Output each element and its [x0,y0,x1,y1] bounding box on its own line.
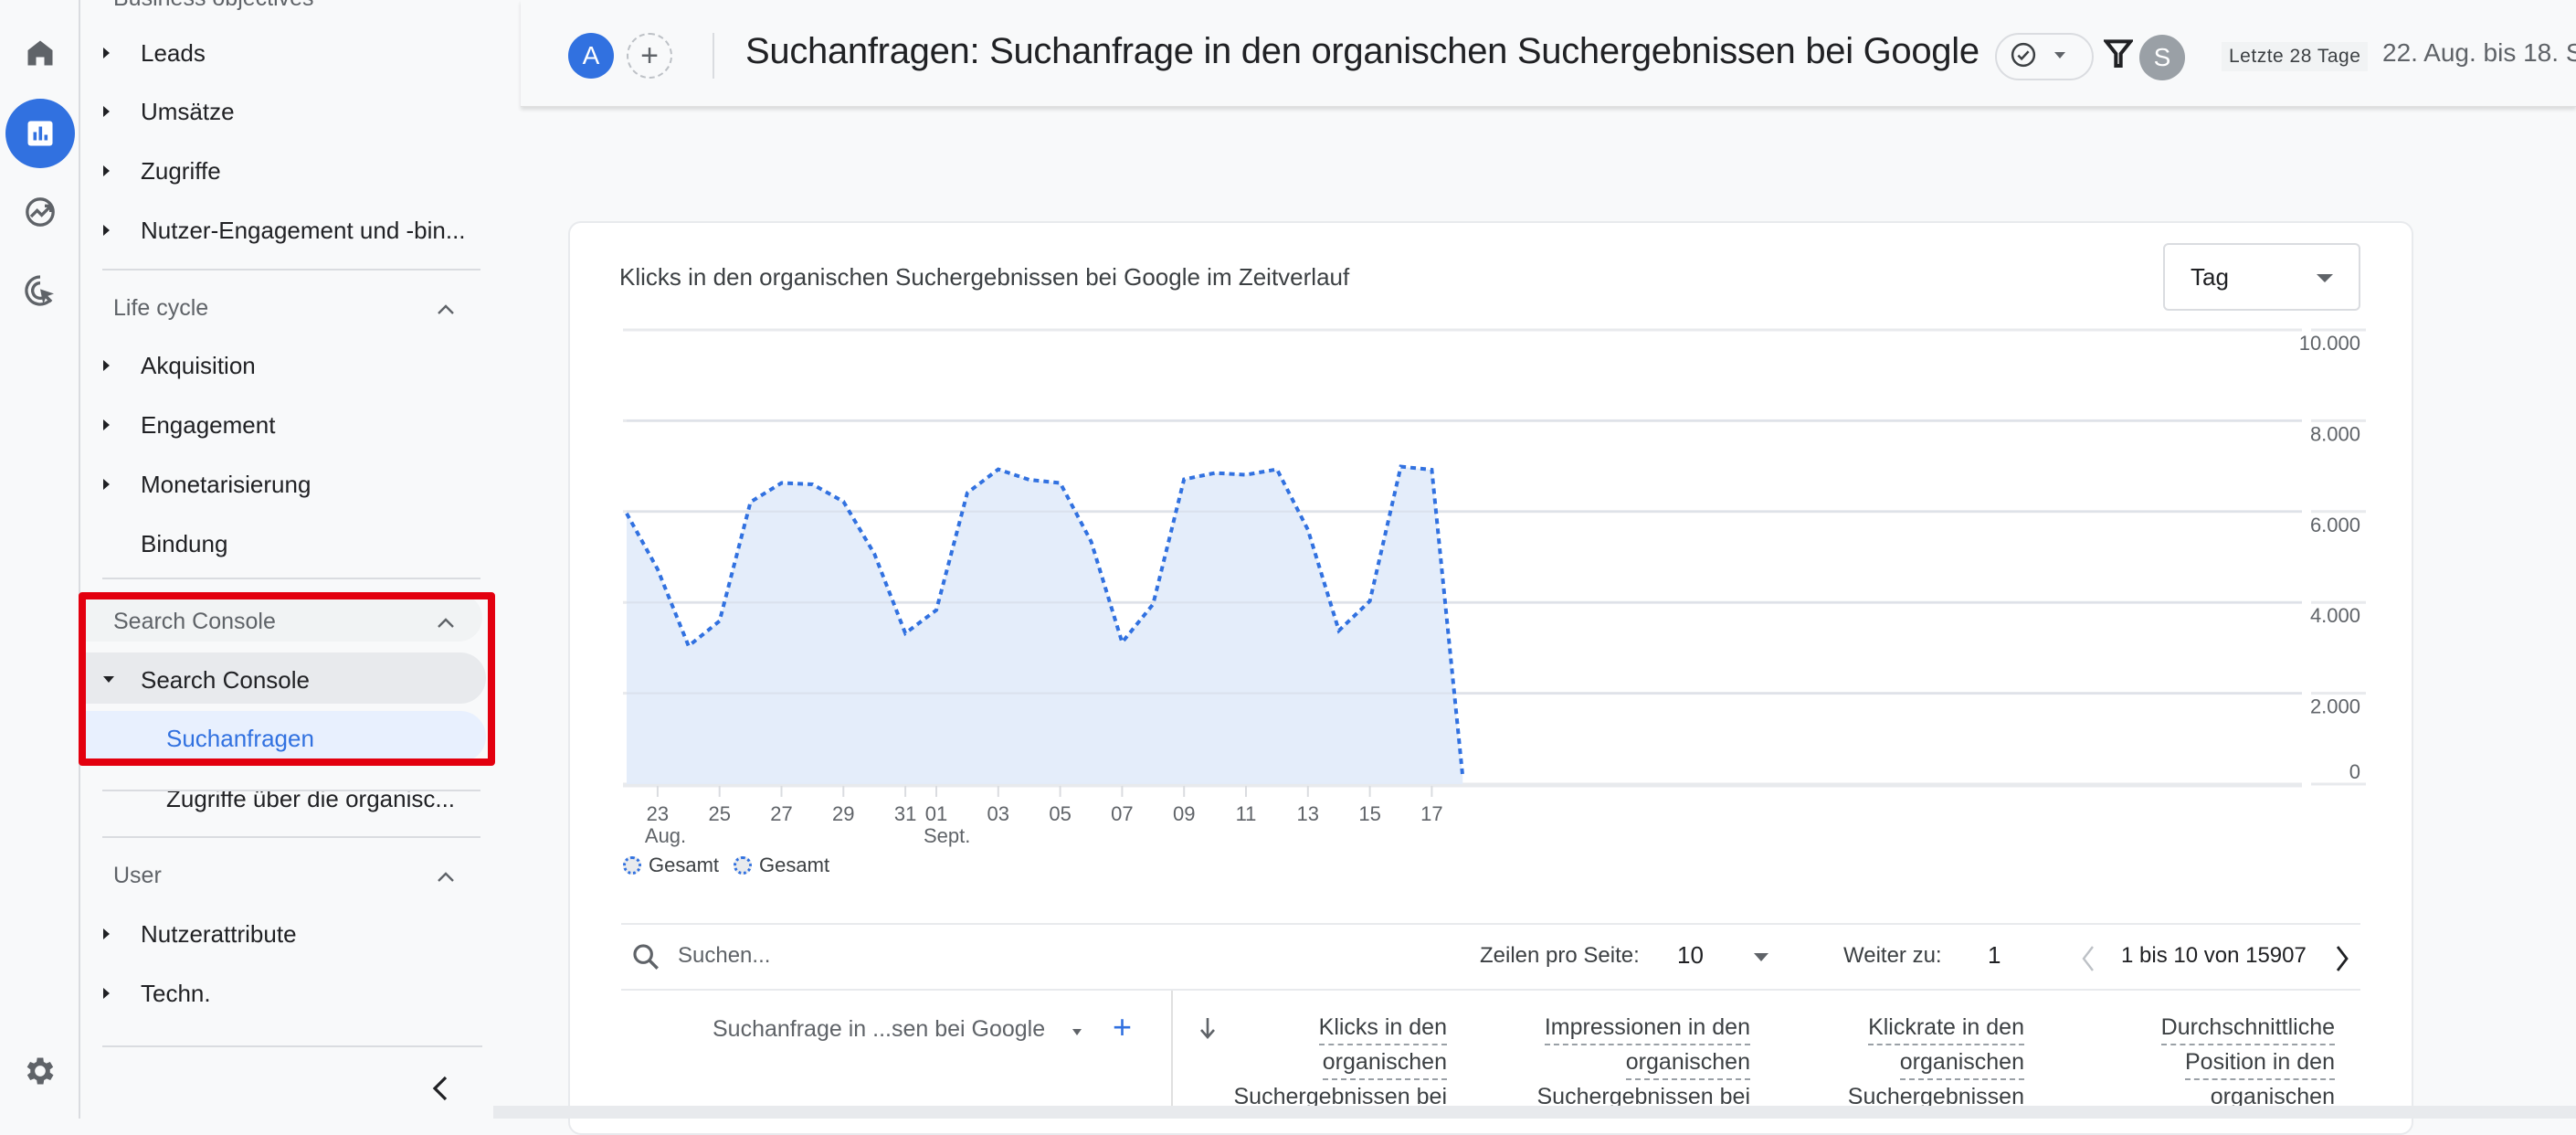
search-icon [630,941,661,977]
rows-per-page-label: Zeilen pro Seite: [1480,943,1640,968]
data-point [656,568,660,571]
y-tick-label: 8.000 [2310,422,2360,445]
x-tick-label: 03 [987,802,1009,825]
x-tick-label: 31 [894,802,916,825]
prev-page-icon[interactable] [2081,945,2096,977]
x-tick-label: 07 [1111,802,1133,825]
data-point [625,512,628,515]
legend-item[interactable]: Gesamt [623,854,719,877]
x-tick-label: 23 [647,802,669,825]
chart-legend: Gesamt Gesamt [623,854,829,877]
x-tick-label: 11 [1236,802,1257,825]
data-point [1275,468,1279,472]
divider [621,989,2360,991]
divider [621,923,2360,925]
data-point [1059,481,1062,484]
caret-down-icon[interactable] [1071,1025,1083,1042]
column-header-klickrate[interactable]: Klickrate in den organischen Suchergebni… [1790,1011,2024,1115]
data-point [1337,629,1341,632]
data-point [1399,465,1403,469]
data-point [1120,641,1124,644]
x-tick-label: 25 [708,802,730,825]
y-tick-label: 2.000 [2310,695,2360,718]
data-point [841,500,845,504]
data-point [1306,528,1310,532]
data-point [934,609,938,612]
data-point [1213,472,1217,475]
data-point [1244,473,1248,477]
data-point [1182,478,1186,482]
x-tick-label: 05 [1049,802,1071,825]
y-tick-label: 0 [2349,760,2360,783]
next-page-icon[interactable] [2335,945,2349,977]
data-point [1368,599,1372,603]
column-header-klicks[interactable]: Klicks in den organischen Suchergebnisse… [1215,1011,1447,1115]
data-point [810,483,814,486]
data-point [687,644,691,648]
pagination-range: 1 bis 10 von 15907 [2121,943,2307,968]
data-point [997,468,1000,472]
legend-item[interactable]: Gesamt [734,854,829,877]
x-tick-label: 13 [1297,802,1319,825]
x-tick-sublabel: Sept. [924,824,970,847]
data-point [1430,468,1433,472]
data-point [749,500,753,504]
sort-desc-icon[interactable] [1198,1016,1217,1045]
horizontal-scrollbar[interactable] [493,1106,2576,1119]
legend-swatch [734,856,753,875]
data-point [903,631,907,635]
data-point [872,552,876,556]
x-tick-label: 15 [1358,802,1380,825]
y-tick-label: 4.000 [2310,604,2360,627]
x-tick-label: 29 [832,802,854,825]
x-tick-label: 09 [1173,802,1195,825]
y-tick-label: 6.000 [2310,514,2360,536]
column-header-impressionen[interactable]: Impressionen in den organischen Sucherge… [1480,1011,1750,1115]
x-tick-label: 01 [925,802,947,825]
add-dimension-button[interactable]: + [1113,1011,1132,1044]
data-point [1028,478,1031,482]
caret-down-icon[interactable] [1754,953,1768,961]
data-point [966,491,969,494]
x-tick-label: 27 [770,802,792,825]
data-point [718,620,722,623]
rows-per-page-select[interactable]: 10 [1677,941,1704,970]
x-tick-label: 17 [1420,802,1442,825]
data-point [780,481,784,484]
goto-page-input[interactable]: 1 [1988,941,2001,970]
y-tick-label: 10.000 [2299,332,2360,355]
data-point [1151,602,1155,606]
x-tick-sublabel: Aug. [645,824,686,847]
legend-swatch [623,856,641,875]
data-point [1461,776,1464,780]
data-point [1090,540,1093,544]
dimension-column-header[interactable]: Suchanfrage in ...sen bei Google [713,1016,1045,1043]
column-header-position[interactable]: Durchschnittliche Position in den organi… [2064,1011,2335,1115]
goto-page-label: Weiter zu: [1843,943,1942,968]
divider [1171,991,1173,1119]
table-search-input[interactable] [678,938,1317,974]
